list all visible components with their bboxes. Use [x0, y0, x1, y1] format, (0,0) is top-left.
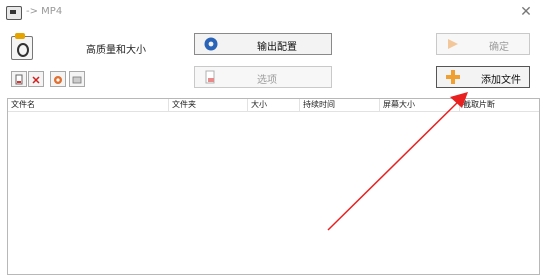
column-header-folder[interactable]: 文件夹	[169, 99, 248, 111]
add-file-label: 添加文件	[481, 75, 521, 86]
confirm-button[interactable]: 确定	[436, 33, 530, 55]
settings-icon[interactable]	[50, 71, 66, 87]
add-file-button[interactable]: 添加文件	[436, 66, 530, 88]
column-header-filename[interactable]: 文件名	[8, 99, 169, 111]
app-icon	[6, 6, 22, 20]
window-title: -> MP4	[26, 6, 63, 17]
output-settings-label: 输出配置	[257, 42, 297, 53]
delete-icon[interactable]	[28, 71, 44, 87]
plus-icon	[445, 69, 461, 85]
file-icon[interactable]	[11, 71, 27, 87]
column-header-size[interactable]: 大小	[248, 99, 300, 111]
options-label: 选项	[257, 75, 277, 86]
output-profile-icon[interactable]	[11, 33, 33, 60]
table-header: 文件名 文件夹 大小 持续时间 屏幕大小 截取片断	[8, 99, 539, 112]
file-list[interactable]: 文件名 文件夹 大小 持续时间 屏幕大小 截取片断	[7, 98, 540, 275]
column-header-clip[interactable]: 截取片断	[460, 99, 539, 111]
column-header-screen-size[interactable]: 屏幕大小	[380, 99, 460, 111]
settings-icon	[203, 36, 219, 52]
output-settings-button[interactable]: 输出配置	[194, 33, 332, 55]
options-icon	[203, 69, 219, 85]
title-bar: -> MP4 ✕	[0, 0, 545, 24]
close-icon[interactable]: ✕	[517, 4, 535, 20]
output-profile-label: 高质量和大小	[86, 45, 146, 56]
column-header-duration[interactable]: 持续时间	[300, 99, 380, 111]
confirm-icon	[445, 36, 461, 52]
play-icon[interactable]	[69, 71, 85, 87]
confirm-label: 确定	[489, 42, 509, 53]
options-button[interactable]: 选项	[194, 66, 332, 88]
